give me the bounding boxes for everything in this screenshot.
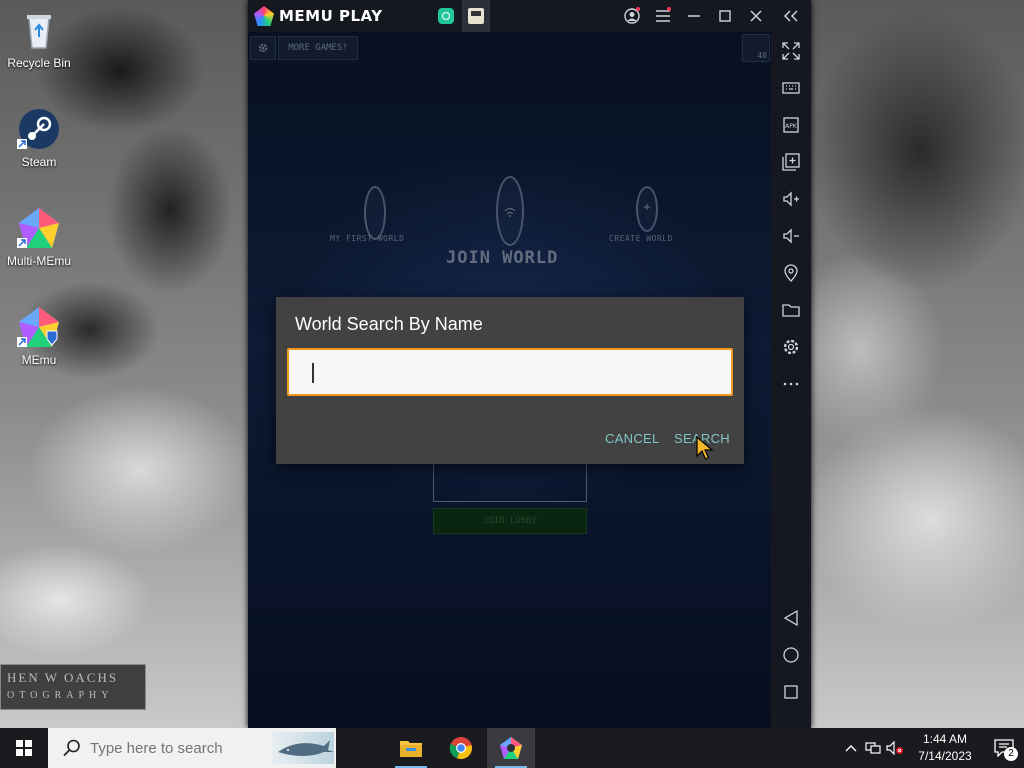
desktop-icon-label: Steam bbox=[21, 155, 57, 169]
mouse-cursor-icon bbox=[696, 436, 714, 460]
minimize-icon bbox=[687, 15, 700, 17]
notification-count-badge: 2 bbox=[1004, 747, 1018, 761]
android-back-button[interactable] bbox=[771, 604, 811, 632]
android-home-button[interactable] bbox=[771, 641, 811, 669]
recycle-bin-icon bbox=[17, 8, 61, 52]
text-caret bbox=[312, 363, 314, 383]
desktop-icon-label: Recycle Bin bbox=[7, 56, 71, 70]
apk-install-button[interactable]: APK bbox=[771, 111, 811, 139]
taskbar-clock[interactable]: 1:44 AM 7/14/2023 bbox=[906, 731, 984, 765]
memu-logo-icon bbox=[254, 6, 274, 26]
desktop-icon-label: Multi-MEmu bbox=[6, 254, 71, 268]
collapse-sidebar-button[interactable] bbox=[771, 0, 811, 32]
tab-home[interactable] bbox=[432, 0, 460, 32]
home-tab-icon bbox=[438, 8, 454, 24]
watermark-line-2: OTOGRAPHY bbox=[7, 690, 114, 701]
notification-dot bbox=[636, 7, 640, 11]
taskbar-chrome[interactable] bbox=[437, 728, 485, 768]
back-icon bbox=[783, 609, 798, 627]
chevron-up-icon bbox=[845, 745, 857, 752]
system-tray: 1:44 AM 7/14/2023 2 bbox=[840, 728, 1024, 768]
settings-button[interactable] bbox=[771, 333, 811, 361]
double-chevron-left-icon bbox=[783, 10, 798, 22]
volume-up-icon bbox=[783, 191, 799, 207]
volume-down-icon bbox=[783, 228, 799, 244]
more-tools-button[interactable] bbox=[771, 370, 811, 398]
desktop-icon-steam[interactable]: Steam bbox=[4, 107, 74, 169]
action-center-button[interactable]: 2 bbox=[984, 728, 1024, 768]
memu-icon bbox=[17, 305, 61, 349]
taskbar-search[interactable] bbox=[48, 728, 336, 768]
recents-icon bbox=[784, 685, 798, 699]
settings-icon bbox=[783, 339, 799, 355]
fullscreen-button[interactable] bbox=[771, 37, 811, 65]
account-button[interactable] bbox=[616, 0, 647, 32]
hamburger-menu-icon bbox=[655, 10, 670, 22]
volume-down-button[interactable] bbox=[771, 222, 811, 250]
emulator-title-bar[interactable]: MEMU PLAY bbox=[248, 0, 811, 32]
cancel-button[interactable]: CANCEL bbox=[605, 431, 660, 446]
maximize-icon bbox=[718, 10, 731, 22]
windows-taskbar: 1:44 AM 7/14/2023 2 bbox=[0, 728, 1024, 768]
maximize-button[interactable] bbox=[709, 0, 740, 32]
emulator-sidebar: APK bbox=[771, 32, 811, 728]
desktop-icon-label: MEmu bbox=[21, 353, 57, 367]
folder-icon bbox=[782, 304, 800, 317]
taskbar-file-explorer[interactable] bbox=[387, 728, 435, 768]
desktop-icon-recycle-bin[interactable]: Recycle Bin bbox=[4, 8, 74, 70]
close-icon bbox=[749, 10, 762, 22]
show-hidden-icons-button[interactable] bbox=[840, 728, 862, 768]
volume-up-button[interactable] bbox=[771, 185, 811, 213]
notification-dot bbox=[667, 7, 671, 11]
network-icon bbox=[865, 742, 881, 754]
shared-folder-button[interactable] bbox=[771, 296, 811, 324]
volume-muted-icon bbox=[886, 741, 903, 755]
windows-logo-icon bbox=[16, 740, 32, 756]
fullscreen-icon bbox=[782, 42, 800, 60]
add-app-icon bbox=[782, 153, 800, 171]
multi-instance-button[interactable] bbox=[771, 148, 811, 176]
apk-icon: APK bbox=[783, 117, 799, 133]
clock-time: 1:44 AM bbox=[922, 732, 968, 746]
dialog-title: World Search By Name bbox=[295, 314, 483, 334]
multi-memu-icon bbox=[17, 206, 61, 250]
location-icon bbox=[784, 264, 798, 282]
app-title: MEMU PLAY bbox=[279, 7, 383, 25]
home-icon bbox=[783, 647, 799, 663]
tab-game[interactable] bbox=[462, 0, 490, 32]
steam-icon bbox=[17, 107, 61, 151]
svg-text:APK: APK bbox=[785, 123, 798, 130]
more-icon bbox=[783, 382, 799, 386]
memu-logo: MEMU PLAY bbox=[254, 6, 414, 26]
file-explorer-icon bbox=[400, 741, 422, 757]
keyboard-button[interactable] bbox=[771, 74, 811, 102]
wallpaper-watermark: HEN W OACHS OTOGRAPHY bbox=[0, 664, 146, 710]
minimize-button[interactable] bbox=[678, 0, 709, 32]
world-name-input[interactable] bbox=[287, 348, 733, 396]
keyboard-icon bbox=[782, 82, 800, 94]
android-recents-button[interactable] bbox=[771, 678, 811, 706]
network-button[interactable] bbox=[862, 728, 884, 768]
desktop-icon-memu[interactable]: MEmu bbox=[4, 305, 74, 367]
taskbar-memu[interactable] bbox=[487, 728, 535, 768]
search-icon bbox=[63, 739, 80, 757]
watermark-line-1: HEN W OACHS bbox=[7, 670, 119, 685]
desktop-icon-multi-memu[interactable]: Multi-MEmu bbox=[4, 206, 74, 268]
search-input[interactable] bbox=[88, 738, 282, 758]
volume-button[interactable] bbox=[884, 728, 906, 768]
start-button[interactable] bbox=[0, 728, 48, 768]
world-search-dialog: World Search By Name CANCEL SEARCH bbox=[276, 297, 744, 464]
search-highlight-image bbox=[272, 732, 334, 764]
menu-button[interactable] bbox=[647, 0, 678, 32]
location-button[interactable] bbox=[771, 259, 811, 287]
close-button[interactable] bbox=[740, 0, 771, 32]
chrome-icon bbox=[449, 737, 472, 760]
clock-date: 7/14/2023 bbox=[918, 749, 972, 763]
memu-taskbar-icon bbox=[500, 737, 522, 759]
game-tab-icon bbox=[468, 8, 484, 24]
